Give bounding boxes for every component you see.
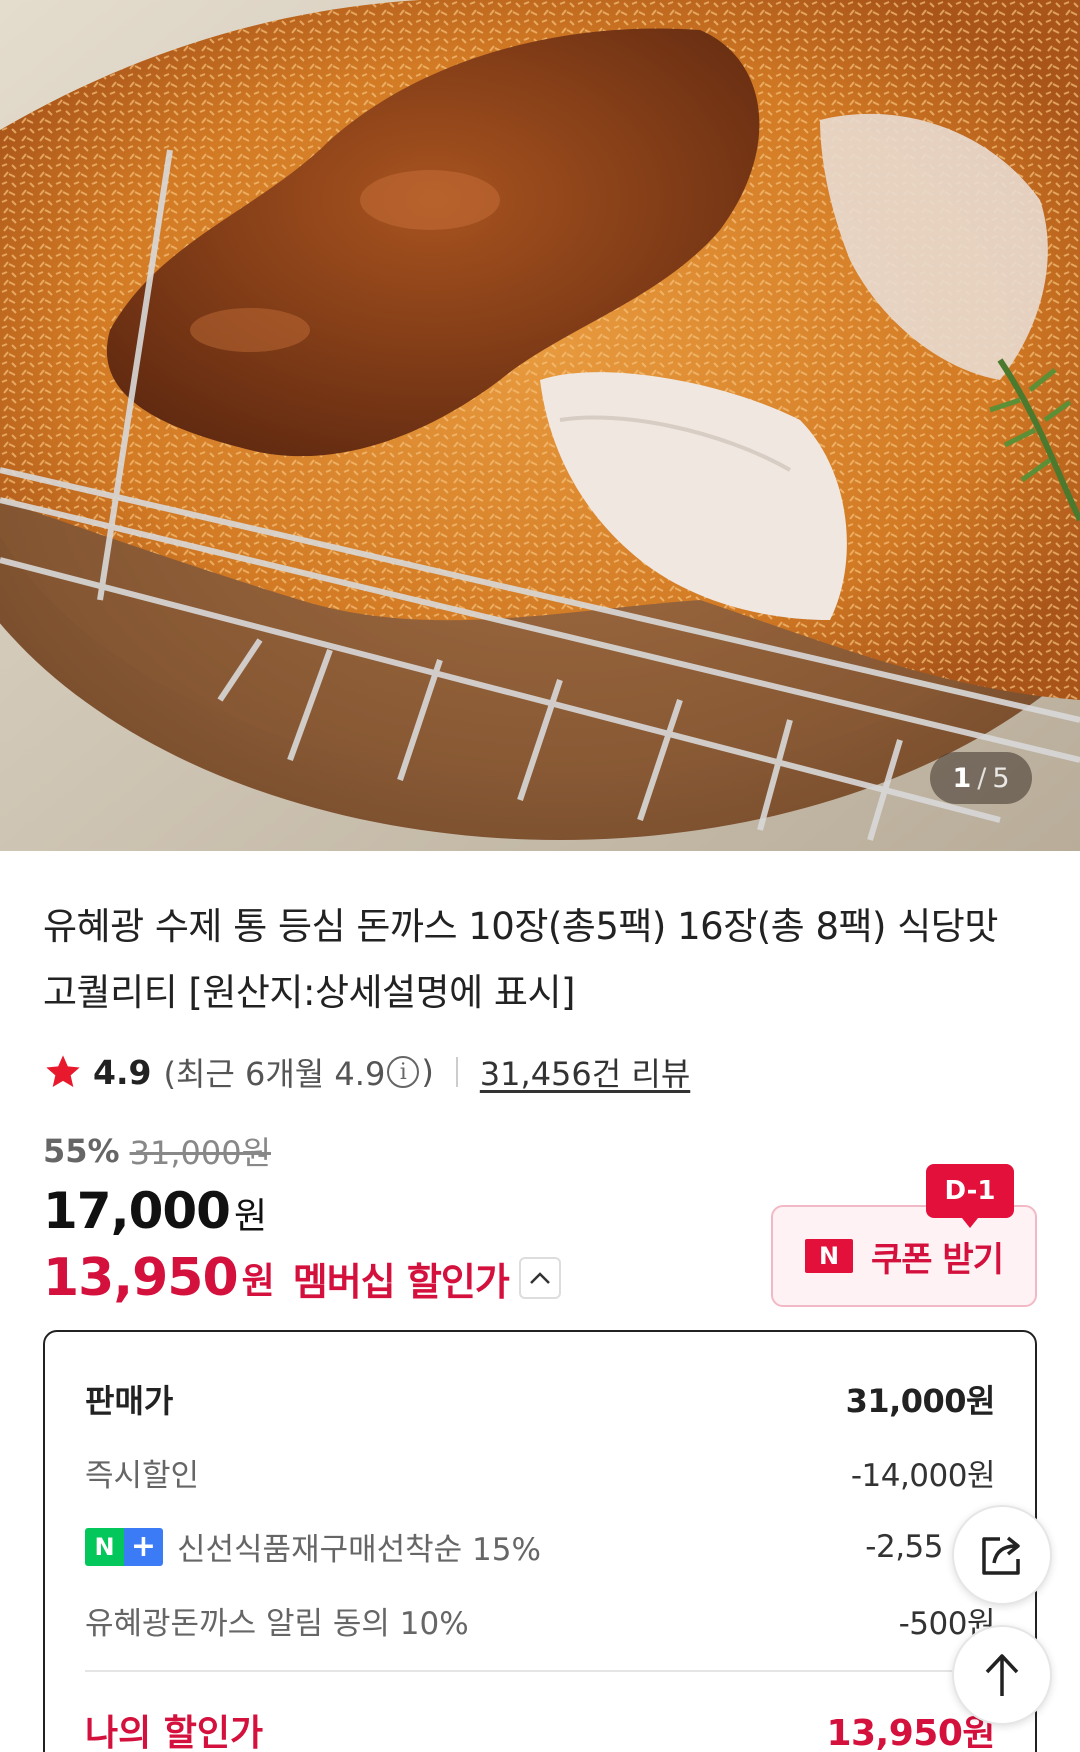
recent-rating-text: (최근 6개월 4.9	[163, 1055, 386, 1093]
product-title: 유혜광 수제 통 등심 돈까스 10장(총5팩) 16장(총 8팩) 식당맛 고…	[43, 905, 998, 1014]
star-icon	[46, 1055, 80, 1087]
breakdown-label: 즉시할인	[85, 1458, 200, 1494]
naver-plus-plus: +	[124, 1527, 163, 1566]
breakdown-label: 판매가	[85, 1382, 174, 1420]
breakdown-value: 31,000원	[845, 1382, 996, 1420]
breakdown-value: -14,000원	[850, 1458, 996, 1494]
member-price-unit: 원	[241, 1261, 275, 1302]
sale-price-unit: 원	[233, 1196, 267, 1237]
recent-rating: (최근 6개월 4.9 i )	[163, 1049, 433, 1095]
toggle-breakdown-button[interactable]	[518, 1257, 561, 1299]
breakdown-total-row: 나의 할인가 13,950원	[85, 1704, 995, 1752]
member-price: 13,950 원 멤버십 할인가	[43, 1248, 561, 1308]
image-counter-separator: /	[977, 762, 987, 794]
breakdown-divider	[85, 1670, 995, 1672]
member-price-label: 멤버십 할인가	[292, 1259, 510, 1304]
rating-row: 4.9 (최근 6개월 4.9 i ) 31,456건 리뷰	[43, 1048, 690, 1096]
sale-price: 17,000 원	[43, 1182, 267, 1240]
divider	[455, 1057, 458, 1087]
breakdown-label-group: N + 신선식품재구매선착순 15%	[85, 1524, 541, 1569]
arrow-up-icon	[985, 1654, 1019, 1696]
breakdown-row: 판매가 31,000원	[85, 1376, 996, 1422]
original-price: 31,000원	[129, 1134, 272, 1172]
reviews-link[interactable]: 31,456건 리뷰	[480, 1049, 690, 1095]
image-counter: 1 / 5	[930, 752, 1032, 804]
naver-logo: N	[805, 1239, 854, 1273]
coupon-button[interactable]: N 쿠폰 받기	[771, 1205, 1037, 1307]
discount-rate: 55%	[43, 1132, 120, 1170]
share-icon	[982, 1536, 1020, 1575]
breakdown-row: N + 신선식품재구매선착순 15% -2,55	[85, 1524, 995, 1569]
image-counter-current: 1	[952, 762, 972, 794]
scroll-top-button[interactable]	[952, 1625, 1052, 1725]
rating-score: 4.9	[93, 1052, 152, 1092]
coupon-label: 쿠폰 받기	[871, 1239, 1004, 1280]
recent-rating-close: )	[421, 1053, 434, 1091]
naver-plus-badge: N +	[85, 1527, 163, 1566]
breakdown-label: 신선식품재구매선착순 15%	[177, 1532, 541, 1568]
breakdown-row: 유혜광돈까스 알림 동의 10% -500원	[85, 1598, 996, 1643]
naver-plus-n: N	[85, 1527, 124, 1566]
chevron-up-icon	[529, 1272, 550, 1284]
product-image-gallery[interactable]: 1 / 5	[0, 0, 1080, 851]
share-button[interactable]	[952, 1505, 1052, 1605]
breakdown-value: -2,55	[865, 1528, 943, 1565]
breakdown-label: 유혜광돈까스 알림 동의 10%	[85, 1606, 469, 1642]
product-photo	[0, 0, 1080, 851]
image-counter-total: 5	[992, 762, 1010, 794]
breakdown-total-label: 나의 할인가	[85, 1713, 264, 1752]
coupon-deadline-badge: D-1	[926, 1164, 1014, 1228]
breakdown-row: 즉시할인 -14,000원	[85, 1450, 996, 1495]
member-price-number: 13,950	[43, 1248, 239, 1308]
sale-price-number: 17,000	[43, 1182, 231, 1240]
discount-line: 55% 31,000원	[43, 1128, 271, 1174]
price-breakdown: 판매가 31,000원 즉시할인 -14,000원 N + 신선식품재구매선착순…	[43, 1330, 1037, 1752]
info-icon[interactable]: i	[387, 1056, 420, 1088]
